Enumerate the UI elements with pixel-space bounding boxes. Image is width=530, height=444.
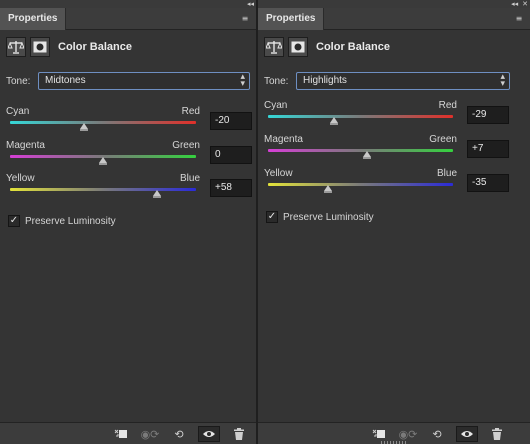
slider-cyan-red: Cyan Red -20 [6,106,252,142]
slider-track[interactable] [268,183,453,186]
slider-yellow-blue: Yellow Blue -35 [264,168,524,204]
layer-mask-icon[interactable] [30,37,50,57]
tone-row: Tone: Highlights ▴ ▾ [264,70,510,92]
preserve-luminosity-checkbox[interactable]: ✓ [266,211,278,223]
preserve-luminosity-label: Preserve Luminosity [25,215,116,227]
slider-label-left: Yellow [6,173,35,184]
reset-icon[interactable]: ⟲ [168,426,190,442]
slider-label-right: Green [429,134,457,145]
slider-track[interactable] [10,188,196,191]
panel-menu-icon[interactable]: ≡ [514,14,524,24]
preserve-luminosity[interactable]: ✓ Preserve Luminosity [266,209,374,225]
slider-label-right: Blue [179,173,200,184]
select-updown-icon: ▴ ▾ [240,72,245,89]
slider-track[interactable] [268,115,453,118]
view-previous-state-icon[interactable]: ◉⟳ [397,426,419,442]
tone-label: Tone: [6,75,31,87]
value-input[interactable]: +7 [467,140,509,158]
value-input[interactable]: +58 [210,179,252,197]
preserve-luminosity[interactable]: ✓ Preserve Luminosity [8,213,116,229]
select-updown-icon: ▴ ▾ [500,72,505,89]
slider-magenta-green: Magenta Green 0 [6,140,252,176]
slider-magenta-green: Magenta Green +7 [264,134,524,170]
slider-label-left: Cyan [264,100,288,111]
value-input[interactable]: -20 [210,112,252,130]
tone-select-value: Midtones [45,75,86,86]
panel-chrome-strip: ◂◂ [0,0,256,8]
preserve-luminosity-label: Preserve Luminosity [283,211,374,223]
slider-label-right: Blue [436,168,457,179]
eye-visibility-icon[interactable] [198,426,220,442]
checkmark-icon: ✓ [9,215,19,226]
tone-label: Tone: [264,75,289,87]
panel-body: Color Balance Tone: Midtones ▴ ▾ Cyan Red… [0,30,256,422]
slider-label-left: Magenta [264,134,303,145]
collapse-panel-icon[interactable]: ◂◂ [247,0,254,8]
slider-thumb[interactable] [324,185,333,193]
tone-select[interactable]: Midtones ▴ ▾ [38,72,250,90]
balance-scale-icon[interactable] [6,37,26,57]
reset-icon[interactable]: ⟲ [426,426,448,442]
slider-track[interactable] [10,121,196,124]
adjustment-title: Color Balance [316,41,390,53]
clip-to-layer-icon[interactable] [368,426,390,442]
collapse-panel-icon[interactable]: ◂◂ [511,0,518,8]
panel-chrome-buttons: ◂◂ [247,0,254,8]
eye-visibility-icon[interactable] [456,426,478,442]
value-input[interactable]: 0 [210,146,252,164]
properties-panel-left: ◂◂ Properties ≡ Color Balance Tone: Midt… [0,0,257,444]
slider-thumb[interactable] [362,151,371,159]
slider-yellow-blue: Yellow Blue +58 [6,173,252,209]
clip-to-layer-icon[interactable] [110,426,132,442]
trash-icon[interactable] [228,426,250,442]
trash-icon[interactable] [486,426,508,442]
value-input[interactable]: -35 [467,174,509,192]
adjustment-title: Color Balance [58,41,132,53]
tab-properties[interactable]: Properties [0,8,67,30]
panel-footer: ◉⟳ ⟲ [0,422,256,444]
preserve-luminosity-checkbox[interactable]: ✓ [8,215,20,227]
close-icon[interactable]: ✕ [522,0,528,8]
adjustment-header: Color Balance [264,36,390,58]
slider-thumb[interactable] [99,157,107,165]
tab-bar: Properties ≡ [0,8,256,30]
slider-thumb[interactable] [152,190,161,198]
properties-panel-right: ◂◂ ✕ Properties ≡ Color Balance Tone: Hi… [257,0,530,444]
tone-row: Tone: Midtones ▴ ▾ [6,70,250,92]
panel-chrome-strip: ◂◂ ✕ [258,0,530,8]
slider-label-right: Red [181,106,200,117]
panel-body: Color Balance Tone: Highlights ▴ ▾ Cyan R… [258,30,530,422]
checkmark-icon: ✓ [267,211,277,222]
slider-label-left: Magenta [6,140,45,151]
slider-thumb[interactable] [80,123,89,131]
value-input[interactable]: -29 [467,106,509,124]
tab-bar: Properties ≡ [258,8,530,30]
panel-chrome-buttons: ◂◂ ✕ [511,0,528,8]
slider-cyan-red: Cyan Red -29 [264,100,524,136]
slider-track[interactable] [268,149,453,152]
panel-footer: ◉⟳ ⟲ [258,422,530,444]
balance-scale-icon[interactable] [264,37,284,57]
tab-properties[interactable]: Properties [258,8,325,30]
layer-mask-icon[interactable] [288,37,308,57]
slider-label-left: Yellow [264,168,293,179]
slider-label-left: Cyan [6,106,30,117]
slider-label-right: Red [438,100,457,111]
adjustment-header: Color Balance [6,36,132,58]
tone-select-value: Highlights [303,75,347,86]
tone-select[interactable]: Highlights ▴ ▾ [296,72,510,90]
slider-thumb[interactable] [329,117,338,125]
view-previous-state-icon[interactable]: ◉⟳ [139,426,161,442]
slider-label-right: Green [172,140,200,151]
panel-menu-icon[interactable]: ≡ [240,14,250,24]
